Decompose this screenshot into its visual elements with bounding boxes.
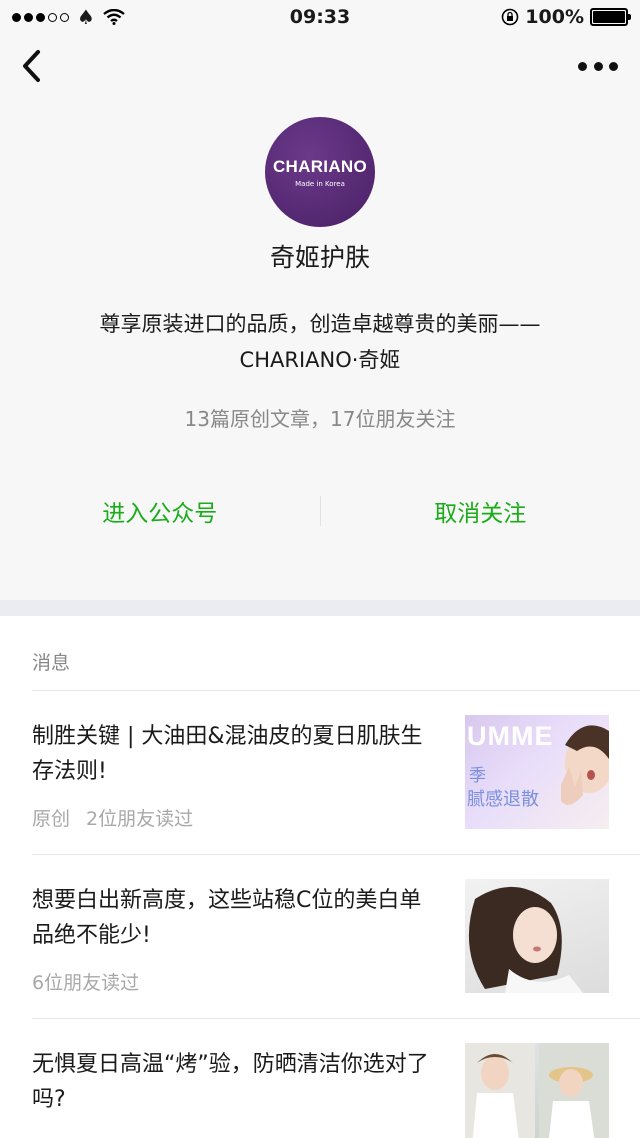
nav-bar	[0, 34, 640, 98]
account-intro: 尊享原装进口的品质，创造卓越尊贵的美丽—— CHARIANO·奇姬	[40, 306, 600, 378]
chevron-left-icon	[23, 50, 40, 82]
article-item[interactable]: 制胜关键 | 大油田&混油皮的夏日肌肤生存法则! 原创 2位朋友读过 UMME 季…	[0, 691, 640, 855]
more-options-button[interactable]	[578, 56, 618, 76]
article-title: 无惧夏日高温“烤”验，防晒清洁你选对了吗?	[32, 1052, 429, 1112]
article-item[interactable]: 无惧夏日高温“烤”验，防晒清洁你选对了吗?	[0, 1019, 640, 1138]
rotation-lock-icon	[501, 8, 519, 26]
account-avatar[interactable]: CHARIANO Made in Korea	[265, 117, 375, 227]
article-thumbnail: UMME 季 腻感退散	[465, 715, 609, 829]
account-profile: CHARIANO Made in Korea 奇姬护肤 尊享原装进口的品质，创造…	[0, 98, 640, 600]
read-count: 6位朋友读过	[32, 972, 140, 994]
wifi-icon	[103, 9, 125, 25]
article-thumbnail	[465, 879, 609, 993]
signal-area: ♠	[12, 5, 125, 29]
article-title: 想要白出新高度，这些站稳C位的美白单品绝不能少!	[32, 888, 422, 948]
account-name: 奇姬护肤	[269, 243, 370, 272]
article-title: 制胜关键 | 大油田&混油皮的夏日肌肤生存法则!	[32, 724, 423, 784]
intro-line: CHARIANO·奇姬	[239, 348, 401, 372]
section-label: 消息	[32, 652, 71, 674]
account-stats: 13篇原创文章，17位朋友关注	[184, 407, 456, 431]
more-dot-icon	[578, 61, 587, 71]
intro-line: 尊享原装进口的品质，创造卓越尊贵的美丽——	[99, 312, 541, 336]
carrier-spade-icon: ♠	[77, 5, 95, 29]
battery-icon	[590, 8, 631, 26]
messages-section: 消息 制胜关键 | 大油田&混油皮的夏日肌肤生存法则! 原创 2位朋友读过 UMM…	[0, 616, 640, 1138]
read-count: 2位朋友读过	[86, 808, 194, 830]
more-dot-icon	[593, 61, 603, 71]
model-photo	[561, 725, 609, 805]
model-photo	[468, 886, 583, 993]
battery-percent: 100%	[525, 6, 584, 28]
model-photo	[465, 1043, 609, 1138]
action-bar: 进入公众号 取消关注	[0, 483, 640, 539]
signal-strength-icon	[12, 12, 69, 22]
status-bar: ♠ 09:33 100%	[0, 0, 640, 34]
original-badge: 原创	[32, 808, 71, 830]
avatar-sub-text: Made in Korea	[295, 179, 345, 188]
article-meta: 原创 2位朋友读过	[32, 804, 193, 831]
article-thumbnail	[465, 1043, 609, 1138]
status-right: 100%	[501, 6, 631, 28]
article-item[interactable]: 想要白出新高度，这些站稳C位的美白单品绝不能少! 6位朋友读过	[0, 855, 640, 1019]
enter-account-button[interactable]: 进入公众号	[0, 483, 320, 539]
section-separator	[0, 600, 640, 616]
unfollow-button[interactable]: 取消关注	[321, 483, 640, 539]
article-meta: 6位朋友读过	[32, 968, 139, 995]
back-button[interactable]	[18, 48, 48, 84]
avatar-brand-text: CHARIANO	[272, 156, 367, 176]
more-dot-icon	[609, 61, 618, 71]
